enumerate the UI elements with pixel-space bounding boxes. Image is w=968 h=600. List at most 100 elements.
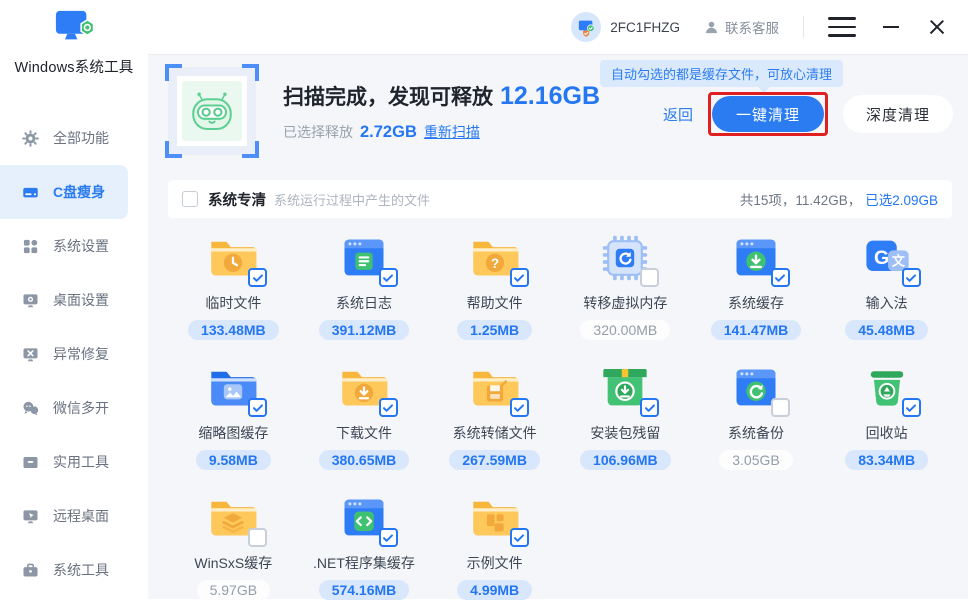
item-checkbox[interactable]: [248, 528, 267, 547]
cleanup-item[interactable]: G文输入法45.48MB: [821, 232, 952, 340]
apps-grid-icon: [22, 238, 39, 255]
sidebar-item-wechat-multi[interactable]: 微信多开: [0, 381, 128, 435]
scan-complete-title: 扫描完成，发现可释放12.16GB: [283, 81, 600, 111]
user-id-chip[interactable]: 2FC1FHZG: [571, 12, 680, 42]
item-checkbox[interactable]: [379, 398, 398, 417]
recycle-bin-icon: [861, 362, 913, 414]
item-label: 临时文件: [205, 293, 261, 313]
releasable-size: 12.16GB: [500, 82, 600, 110]
item-checkbox[interactable]: [379, 268, 398, 287]
sidebar-item-system-settings[interactable]: 系统设置: [0, 219, 128, 273]
scan-selected-line: 已选择释放 2.72GB 重新扫描: [283, 122, 600, 142]
package-download-icon: [599, 362, 651, 414]
sidebar-item-error-repair[interactable]: 异常修复: [0, 327, 128, 381]
scan-result-header: 扫描完成，发现可释放12.16GB 已选择释放 2.72GB 重新扫描: [168, 67, 600, 155]
cleanup-item[interactable]: 临时文件 133.48MB: [168, 232, 299, 340]
cleanup-item[interactable]: WinSxS缓存5.97GB: [168, 492, 299, 600]
section-subtitle: 系统运行过程中产生的文件: [274, 190, 430, 209]
item-label: 示例文件: [467, 553, 523, 573]
item-checkbox[interactable]: [640, 268, 659, 287]
cleanup-items-grid: 临时文件 133.48MB 系统日志 391.12MB ?帮助文件1.25MB转移虚拟内…: [168, 232, 952, 600]
item-checkbox[interactable]: [379, 528, 398, 547]
item-checkbox[interactable]: [771, 398, 790, 417]
item-size-badge: 141.47MB: [711, 320, 802, 340]
one-click-clean-button[interactable]: 一键清理: [712, 96, 824, 132]
item-checkbox[interactable]: [510, 398, 529, 417]
window-cloud-download-icon: [730, 232, 782, 284]
item-size-badge: 4.99MB: [457, 580, 532, 600]
robot-scan-frame: [168, 67, 256, 155]
sidebar-item-label: C盘瘦身: [53, 182, 105, 202]
gear-icon: [22, 130, 39, 147]
contact-label: 联系客服: [725, 17, 779, 37]
app-title: Windows系统工具: [0, 56, 148, 77]
cleanup-item[interactable]: 系统转储文件267.59MB: [429, 362, 560, 470]
rescan-link[interactable]: 重新扫描: [424, 122, 480, 142]
back-link[interactable]: 返回: [663, 104, 693, 125]
monitor-repair-icon: [22, 346, 39, 363]
titlebar: 2FC1FHZG 联系客服: [148, 0, 968, 55]
folder-image-icon: [207, 362, 259, 414]
deep-clean-button[interactable]: 深度清理: [843, 95, 953, 133]
sidebar-item-label: 系统工具: [53, 560, 109, 580]
cleanup-item[interactable]: 示例文件 4.99MB: [429, 492, 560, 600]
section-checkbox[interactable]: [182, 191, 198, 207]
cleanup-item[interactable]: ?帮助文件1.25MB: [429, 232, 560, 340]
section-selected-size: 已选2.09GB: [865, 193, 938, 208]
sidebar-item-all-features[interactable]: 全部功能: [0, 111, 128, 165]
cleanup-item[interactable]: 缩略图缓存 9.58MB: [168, 362, 299, 470]
cleanup-item[interactable]: 系统备份3.05GB: [691, 362, 822, 470]
sidebar-item-c-drive-slim[interactable]: C盘瘦身: [0, 165, 128, 219]
item-label: 系统缓存: [728, 293, 784, 313]
item-label: 缩略图缓存: [198, 423, 268, 443]
action-button-row: 返回 一键清理 深度清理: [663, 92, 953, 136]
drawer-box-icon: [22, 454, 39, 471]
sidebar-item-label: 系统设置: [53, 236, 109, 256]
item-size-badge: 267.59MB: [449, 450, 540, 470]
auto-select-tooltip: 自动勾选的都是缓存文件，可放心清理: [600, 60, 843, 87]
item-checkbox[interactable]: [248, 398, 267, 417]
hamburger-menu-icon[interactable]: [828, 13, 856, 41]
item-label: WinSxS缓存: [194, 553, 272, 573]
item-checkbox[interactable]: [248, 268, 267, 287]
hard-drive-icon: [22, 184, 39, 201]
svg-text:文: 文: [892, 254, 906, 269]
wechat-icon: [22, 400, 39, 417]
person-icon: [704, 20, 719, 35]
titlebar-divider: [803, 16, 804, 38]
sidebar-item-label: 微信多开: [53, 398, 109, 418]
sidebar-item-system-tools[interactable]: 系统工具: [0, 543, 128, 597]
item-checkbox[interactable]: [902, 268, 921, 287]
cleanup-item[interactable]: 转移虚拟内存320.00MB: [560, 232, 691, 340]
cleanup-item[interactable]: 下载文件380.65MB: [299, 362, 430, 470]
item-checkbox[interactable]: [902, 398, 921, 417]
folder-clock-icon: [207, 232, 259, 284]
item-checkbox[interactable]: [510, 268, 529, 287]
main-content: 自动勾选的都是缓存文件，可放心清理 返回 一键清理 深度清理: [148, 55, 968, 599]
sidebar-item-remote-desktop[interactable]: 远程桌面: [0, 489, 128, 543]
item-label: 系统日志: [336, 293, 392, 313]
item-size-badge: 106.96MB: [580, 450, 671, 470]
item-checkbox[interactable]: [510, 528, 529, 547]
item-checkbox[interactable]: [640, 398, 659, 417]
cleanup-item[interactable]: .NET程序集缓存574.16MB: [299, 492, 430, 600]
sidebar-item-utilities[interactable]: 实用工具: [0, 435, 128, 489]
translate-icon: G文: [861, 232, 913, 284]
close-icon[interactable]: [926, 16, 948, 38]
sidebar-item-desktop-settings[interactable]: 桌面设置: [0, 273, 128, 327]
item-size-badge: 9.58MB: [196, 450, 271, 470]
folder-samples-icon: [469, 492, 521, 544]
cleanup-item[interactable]: 系统缓存 141.47MB: [691, 232, 822, 340]
item-size-badge: 391.12MB: [319, 320, 410, 340]
minimize-icon[interactable]: [880, 16, 902, 38]
window-backup-icon: [730, 362, 782, 414]
cleanup-item[interactable]: 安装包残留106.96MB: [560, 362, 691, 470]
item-size-badge: 133.48MB: [188, 320, 279, 340]
contact-support-button[interactable]: 联系客服: [704, 17, 779, 37]
sidebar-item-label: 全部功能: [53, 128, 109, 148]
cleanup-item[interactable]: 回收站83.34MB: [821, 362, 952, 470]
cleanup-item[interactable]: 系统日志 391.12MB: [299, 232, 430, 340]
window-code-icon: [338, 492, 390, 544]
svg-text:G: G: [874, 247, 889, 269]
item-checkbox[interactable]: [771, 268, 790, 287]
